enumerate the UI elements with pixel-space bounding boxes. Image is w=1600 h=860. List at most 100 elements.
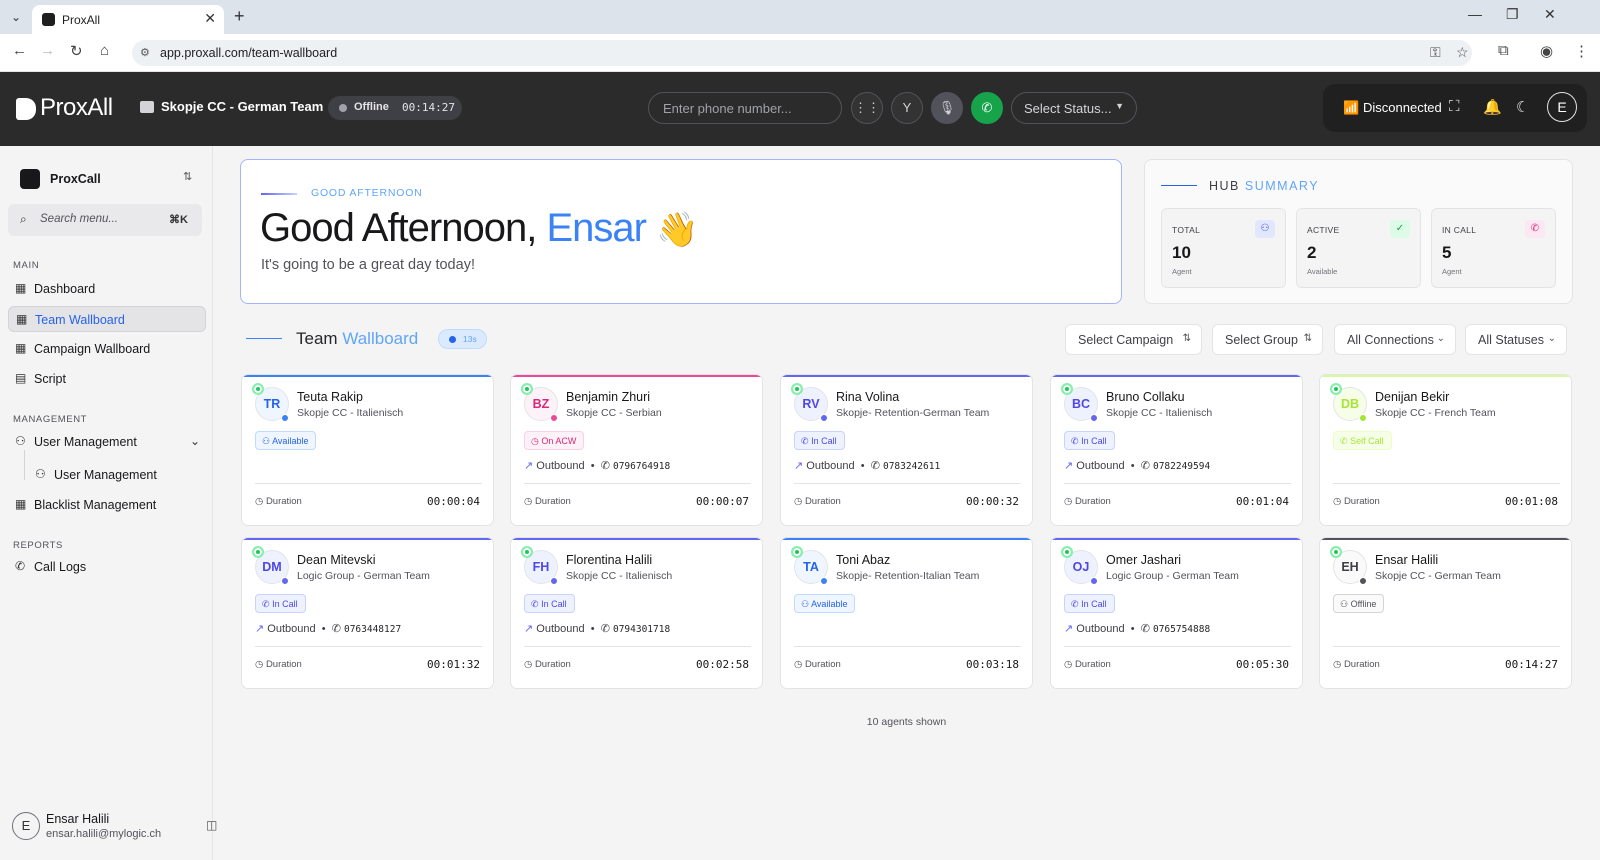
- status-dot: [1090, 577, 1098, 585]
- status-badge-label: Available: [272, 436, 309, 446]
- sidebar-item-label: Call Logs: [34, 560, 87, 574]
- agent-card[interactable]: TR Teuta Rakip Skopje CC - Italienisch ⚇ Av…: [241, 374, 494, 526]
- online-indicator-icon: [252, 383, 264, 395]
- org-name[interactable]: ProxCall: [50, 172, 101, 186]
- sidebar-item-dashboard[interactable]: ▦ Dashboard: [8, 276, 206, 302]
- duration-value: 00:14:27: [1505, 658, 1558, 671]
- agent-card[interactable]: TA Toni Abaz Skopje- Retention-Italian Tea…: [780, 537, 1033, 689]
- hub-card-label: ACTIVE: [1307, 225, 1340, 235]
- agent-card[interactable]: RV Rina Volina Skopje- Retention-German Te…: [780, 374, 1033, 526]
- status-badge-icon: ✆: [1340, 436, 1348, 446]
- window-close-icon[interactable]: ✕: [1544, 6, 1556, 23]
- notification-bell-icon[interactable]: 🔔: [1483, 98, 1502, 116]
- status-badge-icon: ✆: [531, 599, 539, 609]
- duration-value: 00:02:58: [696, 658, 749, 671]
- sidebar-item-user-management-sub[interactable]: ⚇ User Management: [28, 462, 206, 488]
- agent-card[interactable]: DM Dean Mitevski Logic Group - German Team…: [241, 537, 494, 689]
- browser-menu-icon[interactable]: ⋮: [1574, 42, 1589, 60]
- status-badge-icon: ✆: [262, 599, 270, 609]
- app-logo[interactable]: ProxAll: [40, 94, 113, 122]
- agent-card[interactable]: OJ Omer Jashari Logic Group - German Team ✆…: [1050, 537, 1303, 689]
- phone-number-input[interactable]: [648, 92, 842, 124]
- site-info-icon[interactable]: ⚙: [140, 46, 150, 59]
- microphone-icon[interactable]: 🎙: [931, 92, 963, 124]
- greeting-title: Good Afternoon, Ensar 👋: [260, 206, 698, 251]
- sidebar-collapse-icon[interactable]: ◫: [206, 818, 217, 832]
- select-campaign-dropdown[interactable]: Select Campaign ⇅: [1065, 324, 1202, 355]
- sidebar-item-call-logs[interactable]: ✆ Call Logs: [8, 554, 206, 580]
- divider: [524, 646, 751, 647]
- select-group-dropdown[interactable]: Select Group ⇅: [1212, 324, 1323, 355]
- sidebar-item-blacklist-management[interactable]: ▦ Blacklist Management: [8, 492, 206, 518]
- new-tab-icon[interactable]: +: [234, 6, 245, 27]
- dialpad-icon[interactable]: ⋮⋮: [851, 92, 883, 124]
- refresh-timer-badge: 13s: [438, 329, 487, 349]
- agent-status-pill: Offline 00:14:27: [328, 96, 462, 120]
- fullscreen-icon[interactable]: ⛶: [1449, 98, 1460, 115]
- browser-toolbar: ← → ↻ ⌂ ⚙ app.proxall.com/team-wallboard…: [0, 34, 1600, 72]
- extensions-icon[interactable]: ⧉: [1498, 42, 1509, 59]
- sidebar-item-user-management[interactable]: ⚇ User Management ⌄: [8, 429, 206, 455]
- status-dot: [281, 577, 289, 585]
- user-avatar-button[interactable]: E: [1547, 92, 1577, 122]
- duration-label: ◷ Duration: [794, 496, 841, 507]
- home-icon[interactable]: ⌂: [100, 42, 109, 59]
- search-menu-input[interactable]: ⌕ Search menu... ⌘K: [8, 204, 202, 236]
- url-text[interactable]: app.proxall.com/team-wallboard: [160, 46, 337, 60]
- browser-tab[interactable]: ProxAll ✕: [32, 5, 224, 34]
- all-statuses-dropdown[interactable]: All Statuses ⌄: [1465, 324, 1567, 355]
- agent-card[interactable]: FH Florentina Halili Skopje CC - Italienis…: [510, 537, 763, 689]
- duration-label: ◷ Duration: [1064, 659, 1111, 670]
- wallboard-title: Team Wallboard: [296, 329, 418, 349]
- call-direction-icon: ↗: [1064, 623, 1074, 635]
- tab-list-chevron-icon[interactable]: ⌄: [6, 7, 26, 27]
- chevron-down-icon: ▼: [1115, 101, 1124, 111]
- forward-icon[interactable]: →: [40, 42, 55, 59]
- agent-card[interactable]: BC Bruno Collaku Skopje CC - Italienisch ✆ …: [1050, 374, 1303, 526]
- bookmark-star-icon[interactable]: ☆: [1456, 44, 1469, 61]
- status-badge-icon: ✆: [1071, 599, 1079, 609]
- address-bar[interactable]: ⚙ app.proxall.com/team-wallboard ⚿ ☆: [132, 40, 1472, 66]
- select-status-dropdown[interactable]: Select Status... ▼: [1011, 92, 1137, 124]
- status-badge: ✆ In Call: [255, 594, 306, 613]
- chevron-down-icon: ⌄: [1547, 333, 1556, 344]
- restore-icon[interactable]: ❐: [1506, 6, 1519, 23]
- key-icon[interactable]: ⚿: [1430, 44, 1441, 61]
- sidebar-item-campaign-wallboard[interactable]: ▦ Campaign Wallboard: [8, 336, 206, 362]
- duration-label-text: Duration: [1343, 496, 1380, 507]
- profile-icon[interactable]: ◉: [1540, 42, 1553, 60]
- section-reports: REPORTS: [13, 540, 63, 551]
- call-phone-number: 0794301718: [612, 624, 671, 635]
- call-info: ↗ Outbound • ✆ 0794301718: [524, 623, 671, 635]
- call-direction: Outbound: [536, 623, 585, 635]
- minimize-icon[interactable]: —: [1468, 6, 1482, 22]
- sidebar-item-team-wallboard[interactable]: ▦ Team Wallboard: [8, 306, 206, 332]
- dark-mode-moon-icon[interactable]: ☾: [1516, 98, 1529, 116]
- tab-close-icon[interactable]: ✕: [204, 10, 216, 27]
- filter-label: Select Group: [1225, 333, 1298, 347]
- agent-card[interactable]: BZ Benjamin Zhuri Skopje CC - Serbian ◷ On …: [510, 374, 763, 526]
- agent-card[interactable]: EH Ensar Halili Skopje CC - German Team ⚇ O…: [1319, 537, 1572, 689]
- status-badge-label: In Call: [811, 436, 837, 446]
- agent-name: Dean Mitevski: [297, 553, 376, 567]
- call-button-icon[interactable]: ✆: [971, 92, 1003, 124]
- back-icon[interactable]: ←: [12, 42, 27, 59]
- search-placeholder: Search menu...: [40, 213, 118, 225]
- duration-value: 00:01:32: [427, 658, 480, 671]
- agent-team: Skopje CC - German Team: [1375, 570, 1501, 582]
- agent-card[interactable]: DB Denijan Bekir Skopje CC - French Team ✆ …: [1319, 374, 1572, 526]
- org-switcher-chevron-icon[interactable]: ⇅: [183, 170, 192, 183]
- clock-icon: ◷: [524, 496, 533, 507]
- transfer-icon[interactable]: Y: [891, 92, 923, 124]
- refresh-dot: [449, 336, 456, 343]
- avatar: E: [12, 812, 40, 840]
- reload-icon[interactable]: ↻: [70, 42, 83, 60]
- agent-team: Skopje CC - Italienisch: [566, 570, 673, 582]
- duration-label: ◷ Duration: [524, 496, 571, 507]
- call-direction-icon: ↗: [1064, 460, 1074, 472]
- wallboard-accent-line: [246, 338, 282, 339]
- chevron-down-icon: ⌄: [189, 434, 200, 448]
- all-connections-dropdown[interactable]: All Connections ⌄: [1334, 324, 1456, 355]
- hub-title-b: SUMMARY: [1244, 179, 1320, 193]
- sidebar-item-script[interactable]: ▤ Script: [8, 366, 206, 392]
